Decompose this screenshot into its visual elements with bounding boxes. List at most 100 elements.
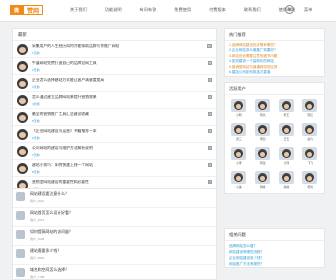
feed-item[interactable]: 采集用户的人生经历如何才能帮助品牌写作推广网站 1天前 12 — [13, 41, 216, 58]
member-card[interactable]: 阿峰 — [251, 170, 275, 192]
feed-item-title[interactable]: 牛逼网站免费打造自己的品牌官网工具 — [32, 61, 204, 66]
hot-panel: 热门推荐 1.品牌网站建设的步骤有哪些？ 2.企业网站怎么做推广效果好？ 3.网… — [224, 28, 325, 77]
feed-item-title[interactable]: 采集用户的人生经历如何才能帮助品牌写作推广网站 — [32, 44, 204, 49]
member-card[interactable]: 大伟 — [275, 146, 299, 168]
avatar — [16, 249, 25, 258]
qa-item[interactable]: 网站首页怎么设计好看？ 用户_3012 — [13, 208, 216, 227]
hot-title: 热门推荐 — [225, 29, 324, 41]
feed-item-meta: 3天前 — [32, 85, 40, 89]
qa-question[interactable]: 建站需要多少钱？ — [30, 248, 61, 254]
avatar — [278, 147, 294, 160]
avatar — [254, 99, 270, 112]
member-name: 飞飞 — [307, 161, 313, 165]
qa-item[interactable]: 建站需要多少钱？ 用户_5520 — [13, 246, 216, 265]
feed-item-meta: 8天前 — [32, 170, 40, 174]
feed-item-meta: 6天前 — [32, 136, 40, 140]
nav-item-paid[interactable]: 付费版本 — [209, 5, 226, 15]
avatar — [302, 171, 318, 184]
member-card[interactable]: 李四 — [251, 122, 275, 144]
avatar — [231, 123, 246, 136]
feed-item-title[interactable]: 建站小技巧：如何快速上线一个网站 — [32, 163, 204, 168]
qa-question[interactable]: 域名和空间怎么选择？ — [30, 267, 69, 273]
member-card[interactable]: 飞飞 — [298, 146, 322, 168]
feed-item-title[interactable]: 公司网站的建设与维护方法解析说明 — [32, 146, 204, 151]
related-list: 品牌网站怎么做？ 网站建设有哪些流程？ 企业网站建设多少钱？ 网站推广方法有哪些… — [225, 241, 324, 269]
avatar — [302, 99, 318, 112]
qa-item[interactable]: 域名和空间怎么选择？ 用户_7788 — [13, 265, 216, 280]
feed-item-meta: 5天前 — [32, 119, 40, 123]
feed-item-title[interactable]: 最全的营销推广工具汇总建议收藏 — [32, 112, 204, 117]
member-name: 阿杰 — [259, 113, 266, 117]
member-name: 赵六 — [307, 137, 313, 141]
member-name: 小美 — [236, 185, 242, 189]
member-name: 晓红 — [307, 113, 313, 117]
feed-item[interactable]: 建站小技巧：如何快速上线一个网站 8天前 2 — [13, 160, 216, 177]
feed-item-title[interactable]: 《企业网站建设与运营》书籍推荐一本 — [32, 129, 204, 134]
feed-item-title[interactable]: 怎么通过建立品牌网站来提升营销效果 — [32, 95, 204, 100]
related-link[interactable]: 网站推广方法有哪些？ — [229, 261, 320, 267]
related-panel: 相关问题 品牌网站怎么做？ 网站建设有哪些流程？ 企业网站建设多少钱？ 网站推广… — [224, 228, 325, 268]
qa-question[interactable]: 网站建设要注意什么？ — [30, 191, 69, 197]
feed-item[interactable]: 最全的营销推广工具汇总建议收藏 5天前 9 — [13, 109, 216, 126]
top-bar: 微 赞网 关于我们 功能说明 有问有答 免费使用 付费版本 联系我们 使用帮助 … — [0, 0, 336, 22]
member-name: 小明 — [236, 113, 242, 117]
member-card[interactable]: 小明 — [227, 98, 251, 120]
feed-thumb — [17, 163, 28, 174]
nav-item-qa[interactable]: 有问有答 — [140, 5, 157, 15]
hot-item[interactable]: 6.建站公司如何挑选才靠谱 — [229, 70, 320, 75]
site-logo[interactable]: 微 赞网 — [10, 5, 44, 15]
member-card[interactable]: 阿杰 — [251, 98, 275, 120]
user-icon[interactable] — [285, 5, 294, 14]
qa-user: 用户_3012 — [30, 218, 45, 222]
qa-panel: 网站建设要注意什么？ 用户_2021 网站首页怎么设计好看？ 用户_3012 如… — [12, 188, 217, 280]
feed-item[interactable]: 企业怎么选择建站方式能让客户满意度提高 3天前 5 — [13, 75, 216, 92]
qa-question[interactable]: 如何提高网站的访问量？ — [30, 229, 73, 235]
qa-item[interactable]: 如何提高网站的访问量？ 用户_1108 — [13, 227, 216, 246]
member-name: 老刘 — [307, 185, 313, 189]
main-nav: 关于我们 功能说明 有问有答 免费使用 付费版本 联系我们 使用帮助 — [70, 5, 313, 15]
member-card[interactable]: 老王 — [275, 98, 299, 120]
feed-item-title[interactable]: 营销型网站建设的重要性和必要性 — [32, 180, 204, 185]
member-card[interactable]: 老刘 — [298, 170, 322, 192]
menu-link[interactable]: 菜单 — [304, 7, 312, 13]
feed-item[interactable]: 公司网站的建设与维护方法解析说明 7天前 4 — [13, 143, 216, 160]
nav-item-about[interactable]: 关于我们 — [70, 5, 87, 15]
feed-item[interactable]: 《企业网站建设与运营》书籍推荐一本 6天前 3 — [13, 126, 216, 143]
nav-item-features[interactable]: 功能说明 — [105, 5, 122, 15]
feed-item[interactable]: 怎么通过建立品牌网站来提升营销效果 4天前 6 — [13, 92, 216, 109]
feed-item-count: 12 — [206, 44, 212, 48]
member-card[interactable]: 阿强 — [251, 146, 275, 168]
feed-thumb — [17, 44, 28, 55]
qa-question[interactable]: 网站首页怎么设计好看？ — [30, 210, 73, 216]
feed-item[interactable]: 牛逼网站免费打造自己的品牌官网工具 2天前 8 — [13, 58, 216, 75]
feed-thumb — [17, 112, 28, 123]
member-name: 王五 — [283, 137, 290, 141]
logo-text: 赞网 — [23, 5, 44, 15]
member-card[interactable]: 赵六 — [298, 122, 322, 144]
qa-user: 用户_1108 — [30, 237, 45, 241]
feed-item-meta: 7天前 — [32, 153, 40, 157]
feed-item-meta: 4天前 — [32, 102, 40, 106]
feed-item-meta: 1天前 — [32, 51, 40, 55]
member-name: 张三 — [236, 137, 242, 141]
member-card[interactable]: 王五 — [275, 122, 299, 144]
qa-item[interactable]: 网站建设要注意什么？ 用户_2021 — [13, 189, 216, 208]
member-card[interactable]: 小李 — [227, 146, 251, 168]
feed-item-title[interactable]: 企业怎么选择建站方式能让客户满意度提高 — [32, 78, 204, 83]
avatar — [231, 147, 246, 160]
member-card[interactable]: 张三 — [227, 122, 251, 144]
feed-item-count: 3 — [208, 129, 212, 133]
avatar — [254, 171, 270, 184]
qa-user: 用户_2021 — [30, 199, 45, 203]
feed-thumb — [17, 129, 28, 140]
member-name: 静静 — [283, 185, 290, 189]
feed-item-count: 2 — [208, 163, 212, 167]
avatar — [254, 147, 270, 160]
member-card[interactable]: 晓红 — [298, 98, 322, 120]
member-card[interactable]: 静静 — [275, 170, 299, 192]
member-name: 阿峰 — [259, 185, 266, 189]
nav-item-contact[interactable]: 联系我们 — [244, 5, 261, 15]
nav-item-free[interactable]: 免费使用 — [174, 5, 191, 15]
member-card[interactable]: 小美 — [227, 170, 251, 192]
feed-item-count: 8 — [208, 61, 212, 65]
